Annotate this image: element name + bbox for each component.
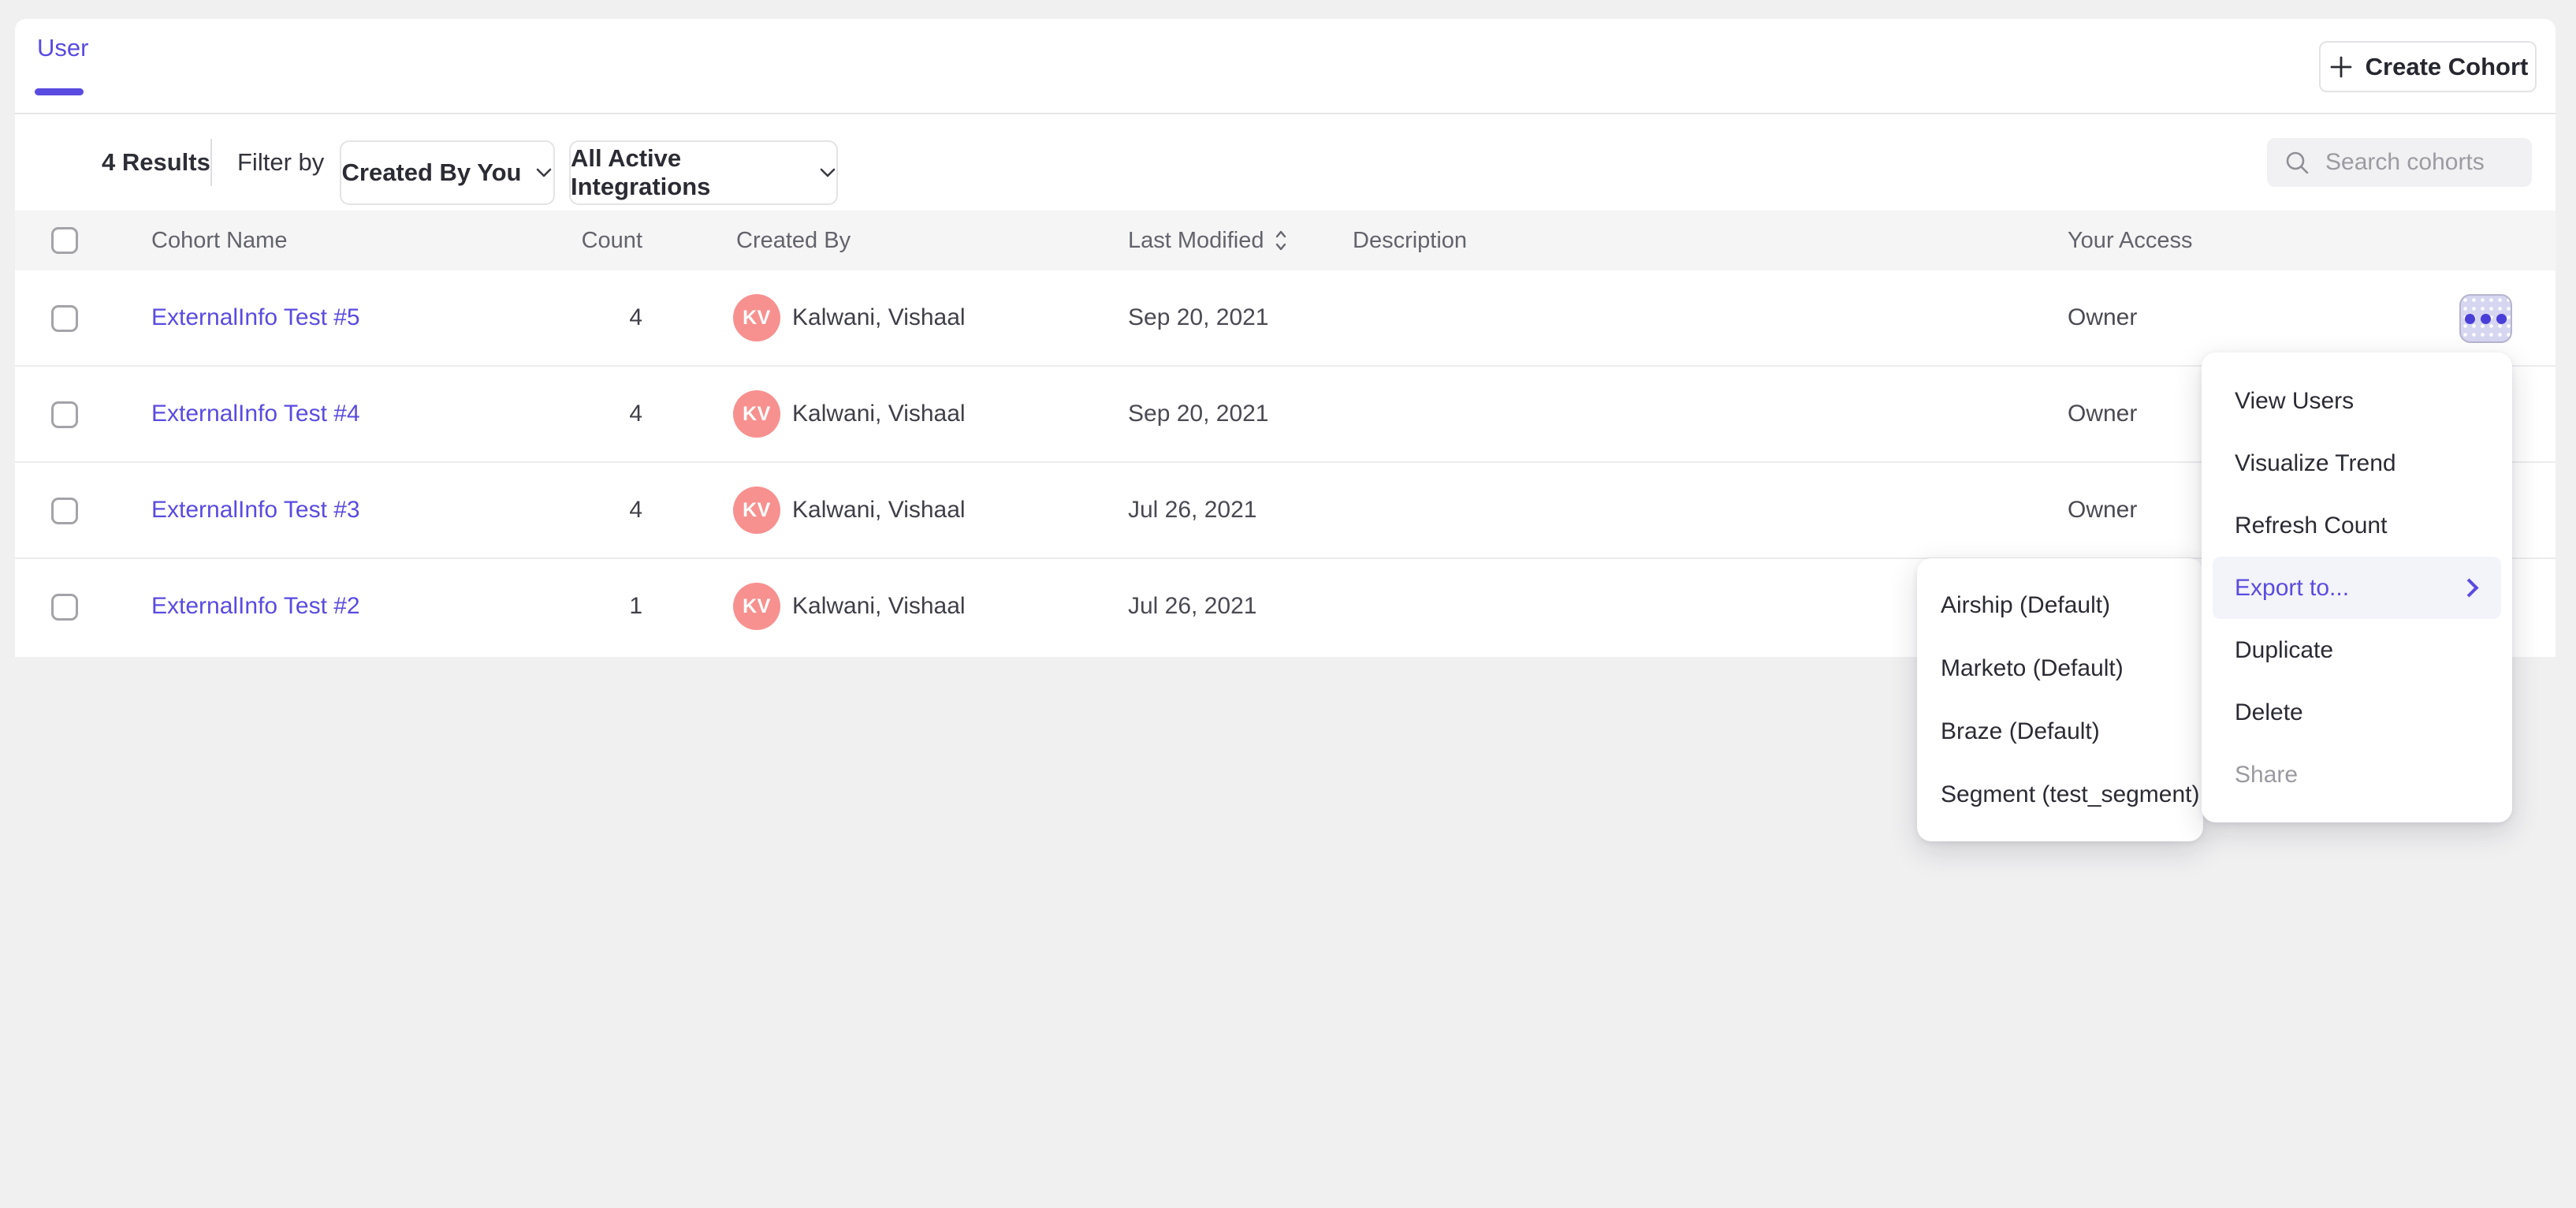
row-checkbox[interactable] <box>51 498 78 524</box>
table-row[interactable]: ExternalInfo Test #4 4 KV Kalwani, Visha… <box>15 367 2556 463</box>
integrations-dropdown-label: All Active Integrations <box>571 144 805 201</box>
cohort-count: 4 <box>504 463 642 557</box>
menu-item-duplicate[interactable]: Duplicate <box>2202 619 2512 681</box>
last-modified-value: Jul 26, 2021 <box>1128 559 1256 654</box>
tab-user[interactable]: User <box>37 0 88 95</box>
cohorts-page: User Create Cohort 4 Results Filter by C… <box>0 0 2576 1208</box>
cohort-count: 4 <box>504 270 642 365</box>
cohort-name-link[interactable]: ExternalInfo Test #2 <box>151 559 360 654</box>
row-checkbox[interactable] <box>51 594 78 621</box>
create-cohort-label: Create Cohort <box>2366 53 2529 81</box>
created-by-value: Kalwani, Vishaal <box>792 559 966 654</box>
access-value: Owner <box>2068 367 2137 461</box>
menu-item-braze[interactable]: Braze (Default) <box>1917 700 2203 763</box>
menu-item-view-users[interactable]: View Users <box>2202 370 2512 432</box>
chevron-down-icon <box>819 167 836 178</box>
chevron-down-icon <box>535 167 553 178</box>
cohort-count: 1 <box>504 559 642 654</box>
created-by-dropdown-label: Created By You <box>342 158 522 187</box>
plus-icon <box>2328 54 2355 80</box>
avatar: KV <box>733 390 780 438</box>
tab-bar <box>15 19 2556 114</box>
export-to-label: Export to... <box>2235 575 2349 602</box>
menu-item-marketo[interactable]: Marketo (Default) <box>1917 637 2203 700</box>
col-header-cohort-name: Cohort Name <box>151 211 287 270</box>
sort-carets-icon <box>1274 227 1288 254</box>
chevron-right-icon <box>2459 578 2478 597</box>
menu-item-delete[interactable]: Delete <box>2202 681 2512 744</box>
cohort-count: 4 <box>504 367 642 461</box>
search-icon <box>2283 148 2311 177</box>
last-modified-value: Jul 26, 2021 <box>1128 463 1256 557</box>
create-cohort-button[interactable]: Create Cohort <box>2319 41 2537 92</box>
table-row[interactable]: ExternalInfo Test #5 4 KV Kalwani, Visha… <box>15 270 2556 367</box>
col-header-created-by: Created By <box>736 211 851 270</box>
select-all-checkbox[interactable] <box>51 227 78 254</box>
avatar: KV <box>733 294 780 341</box>
last-modified-value: Sep 20, 2021 <box>1128 367 1269 461</box>
col-header-count: Count <box>504 211 642 270</box>
menu-item-share: Share <box>2202 744 2512 806</box>
last-modified-value: Sep 20, 2021 <box>1128 270 1269 365</box>
row-checkbox[interactable] <box>51 305 78 332</box>
ellipsis-icon <box>2465 314 2507 324</box>
created-by-value: Kalwani, Vishaal <box>792 367 966 461</box>
menu-item-segment[interactable]: Segment (test_segment) <box>1917 763 2203 826</box>
access-value: Owner <box>2068 463 2137 557</box>
search-input[interactable] <box>2324 148 2516 177</box>
created-by-dropdown[interactable]: Created By You <box>340 140 555 205</box>
col-header-last-modified[interactable]: Last Modified <box>1128 211 1288 270</box>
results-count: 4 Results <box>102 114 210 211</box>
menu-item-refresh-count[interactable]: Refresh Count <box>2202 494 2512 557</box>
menu-item-export-to[interactable]: Export to... <box>2213 557 2501 619</box>
menu-item-visualize-trend[interactable]: Visualize Trend <box>2202 432 2512 494</box>
divider <box>210 139 212 186</box>
tab-active-underline <box>35 88 84 95</box>
col-header-description: Description <box>1353 211 1467 270</box>
created-by-value: Kalwani, Vishaal <box>792 463 966 557</box>
filter-by-label: Filter by <box>237 114 324 211</box>
export-submenu: Airship (Default) Marketo (Default) Braz… <box>1917 558 2203 841</box>
integrations-dropdown[interactable]: All Active Integrations <box>569 140 838 205</box>
cohort-name-link[interactable]: ExternalInfo Test #5 <box>151 270 360 365</box>
row-actions-button[interactable] <box>2459 294 2512 343</box>
row-context-menu: View Users Visualize Trend Refresh Count… <box>2202 352 2512 822</box>
menu-item-airship[interactable]: Airship (Default) <box>1917 574 2203 637</box>
cohort-name-link[interactable]: ExternalInfo Test #3 <box>151 463 360 557</box>
table-row[interactable]: ExternalInfo Test #3 4 KV Kalwani, Visha… <box>15 463 2556 559</box>
cohort-name-link[interactable]: ExternalInfo Test #4 <box>151 367 360 461</box>
row-checkbox[interactable] <box>51 401 78 428</box>
last-modified-label: Last Modified <box>1128 228 1264 254</box>
col-header-your-access: Your Access <box>2068 211 2193 270</box>
access-value: Owner <box>2068 270 2137 365</box>
search-box[interactable] <box>2267 138 2532 187</box>
avatar: KV <box>733 487 780 534</box>
created-by-value: Kalwani, Vishaal <box>792 270 966 365</box>
avatar: KV <box>733 583 780 630</box>
